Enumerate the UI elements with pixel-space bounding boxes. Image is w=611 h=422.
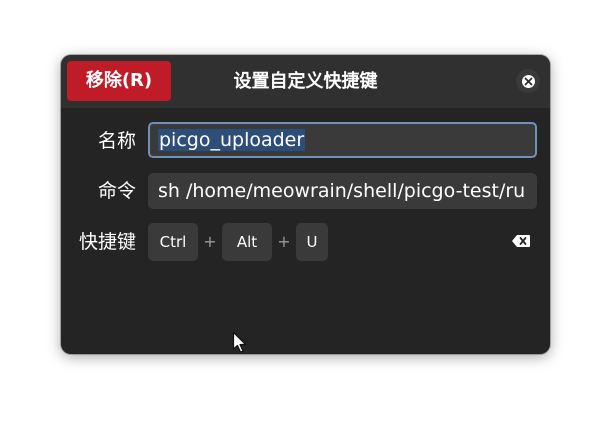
- plus-separator: +: [203, 232, 217, 251]
- custom-shortcut-dialog: 移除(R) 设置自定义快捷键 名称 picgo_uploader 命令 sh /…: [61, 55, 550, 354]
- remove-button[interactable]: 移除(R): [67, 61, 171, 101]
- name-label: 名称: [97, 130, 136, 152]
- clear-shortcut-button[interactable]: [511, 233, 531, 249]
- dialog-header: 移除(R) 设置自定义快捷键: [61, 55, 550, 108]
- name-field-value: picgo_uploader: [158, 129, 306, 151]
- shortcut-label: 快捷键: [78, 231, 136, 253]
- name-field[interactable]: picgo_uploader: [148, 122, 537, 158]
- key-alt[interactable]: Alt: [222, 223, 272, 261]
- command-field[interactable]: sh /home/meowrain/shell/picgo-test/ru: [148, 173, 537, 209]
- key-ctrl[interactable]: Ctrl: [148, 223, 198, 261]
- key-u[interactable]: U: [296, 223, 328, 261]
- backspace-icon: [512, 235, 530, 247]
- command-label: 命令: [97, 180, 136, 202]
- close-icon: [521, 74, 535, 88]
- close-button[interactable]: [516, 69, 540, 93]
- plus-separator: +: [277, 232, 291, 251]
- mouse-pointer-icon: [232, 331, 248, 355]
